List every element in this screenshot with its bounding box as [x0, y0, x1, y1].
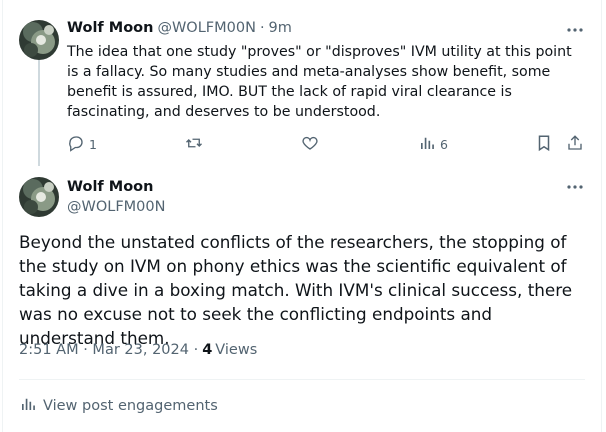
more-icon[interactable] [565, 20, 585, 40]
repost-icon [184, 134, 204, 155]
divider [19, 379, 585, 380]
view-engagements-link[interactable]: View post engagements [19, 395, 218, 417]
views-count: 6 [440, 136, 448, 152]
views-label: Views [215, 342, 258, 358]
thread-line [38, 60, 40, 166]
avatar[interactable] [19, 20, 59, 60]
like-button[interactable] [301, 134, 323, 154]
share-icon [566, 134, 584, 155]
reply-icon [67, 134, 85, 155]
bookmark-button[interactable] [536, 134, 552, 154]
views-button[interactable]: 6 [418, 134, 448, 154]
author-name[interactable]: Wolf Moon [67, 177, 165, 197]
bookmark-icon [536, 134, 552, 155]
reply-text: The idea that one study "proves" or "dis… [67, 44, 572, 120]
repost-button[interactable] [184, 134, 208, 154]
views-count: 4 [202, 342, 213, 358]
post-text: Beyond the unstated conflicts of the res… [19, 232, 573, 348]
analytics-icon [418, 134, 436, 155]
author-handle[interactable]: @WOLFM00N [67, 197, 165, 217]
post-time[interactable]: 9m [269, 20, 292, 36]
share-button[interactable] [566, 134, 584, 154]
author-name[interactable]: Wolf Moon [67, 20, 153, 36]
separator: · [259, 20, 265, 36]
avatar[interactable] [19, 177, 59, 217]
analytics-icon [19, 395, 37, 417]
engagements-label: View post engagements [43, 398, 218, 414]
author-handle[interactable]: @WOLFM00N [157, 20, 255, 36]
post-meta: 2:51 AM · Mar 23, 2024 · 4 Views [19, 342, 257, 358]
action-bar: 1 6 [60, 134, 590, 154]
heart-icon [301, 134, 319, 155]
more-icon[interactable] [565, 177, 585, 197]
reply-button[interactable]: 1 [67, 134, 97, 154]
reply-count: 1 [89, 136, 97, 152]
post-timestamp[interactable]: 2:51 AM · Mar 23, 2024 · [19, 342, 198, 358]
